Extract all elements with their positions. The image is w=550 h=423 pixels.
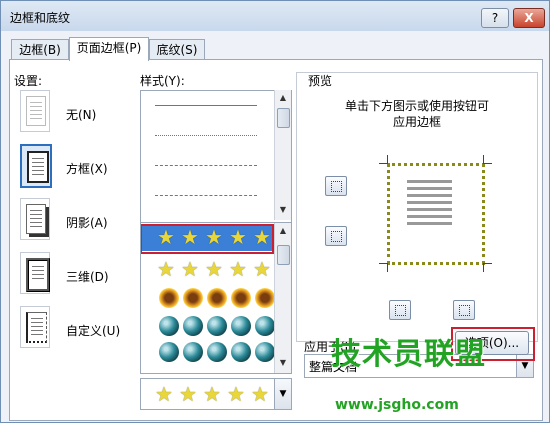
art-stars[interactable]: ★ ★ ★ ★ ★ <box>145 257 271 283</box>
title-bar: 边框和底纹 ? X <box>1 1 549 31</box>
scroll-down-icon[interactable]: ▼ <box>277 204 289 216</box>
art-dropdown-icon[interactable]: ▼ <box>274 379 291 409</box>
setting-shadow-icon[interactable] <box>20 198 50 240</box>
style-label: 样式(Y): <box>140 74 185 88</box>
style-dash-dot-line[interactable] <box>145 155 267 181</box>
preview-page[interactable] <box>387 163 485 265</box>
setting-box-icon[interactable] <box>20 144 52 188</box>
right-border-button[interactable] <box>453 300 475 320</box>
setting-none-label[interactable]: 无(N) <box>66 106 96 123</box>
art-suns[interactable] <box>145 285 275 311</box>
settings-label: 设置: <box>14 74 43 88</box>
close-button[interactable]: X <box>513 8 545 28</box>
art-globes-2[interactable] <box>145 339 275 365</box>
preview-hint-2: 应用边框 <box>392 115 441 129</box>
preview-box: 单击下方图示或使用按钮可 应用边框 <box>296 72 538 342</box>
watermark-url: www.jsgho.com <box>335 397 459 413</box>
setting-3d-label[interactable]: 三维(D) <box>66 268 109 285</box>
style-solid-line[interactable] <box>145 95 267 121</box>
borders-shading-dialog: 边框和底纹 ? X 边框(B) 页面边框(P) 底纹(S) 设置: 无(N) 方… <box>0 0 550 423</box>
style-scrollbar-top[interactable]: ▲ ▼ <box>274 90 291 220</box>
scroll-thumb[interactable] <box>277 108 290 128</box>
tab-page-border[interactable]: 页面边框(P) <box>69 37 149 61</box>
art-border-list[interactable]: ★ ★ ★ ★ ★ ★ ★ ★ ★ ★ ▲ ▼ <box>140 222 292 374</box>
watermark-logo: 技术员联盟 <box>331 337 486 372</box>
bottom-border-button[interactable] <box>325 226 347 246</box>
selected-art-highlight <box>141 224 274 254</box>
art-scrollbar[interactable]: ▲ ▼ <box>274 223 291 373</box>
setting-custom-label[interactable]: 自定义(U) <box>66 322 120 339</box>
setting-shadow-label[interactable]: 阴影(A) <box>66 214 108 231</box>
art-scroll-up-icon[interactable]: ▲ <box>277 225 289 237</box>
style-dotted-line[interactable] <box>145 125 267 151</box>
art-scroll-thumb[interactable] <box>277 245 290 265</box>
tab-shading[interactable]: 底纹(S) <box>149 39 205 60</box>
setting-none-icon[interactable] <box>20 90 50 132</box>
top-border-button[interactable] <box>325 176 347 196</box>
style-dashed-line[interactable] <box>145 185 267 211</box>
scroll-up-icon[interactable]: ▲ <box>277 92 289 104</box>
art-combo[interactable]: ★ ★ ★ ★ ★ ▼ <box>140 378 292 410</box>
tab-borders[interactable]: 边框(B) <box>11 39 69 60</box>
left-border-button[interactable] <box>389 300 411 320</box>
dialog-title: 边框和底纹 <box>10 11 71 25</box>
setting-3d-icon[interactable] <box>20 252 50 294</box>
setting-custom-icon[interactable] <box>20 306 50 348</box>
art-scroll-down-icon[interactable]: ▼ <box>277 357 289 369</box>
art-globes[interactable] <box>145 313 275 339</box>
setting-box-label[interactable]: 方框(X) <box>66 160 108 177</box>
help-button[interactable]: ? <box>481 8 509 28</box>
preview-hint-1: 单击下方图示或使用按钮可 <box>344 99 489 113</box>
